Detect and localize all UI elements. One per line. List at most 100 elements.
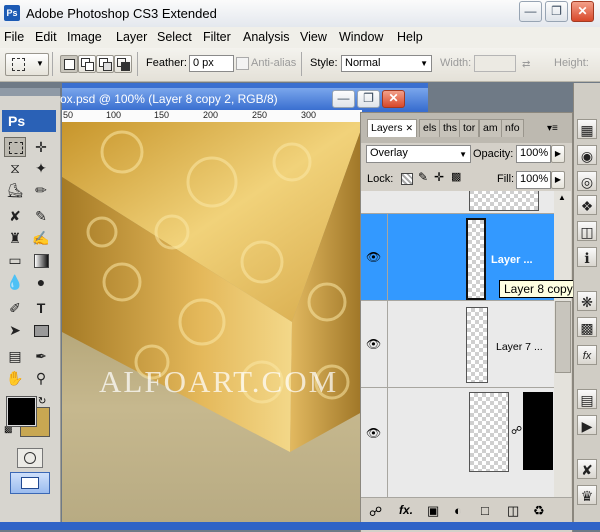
- blur-tool-icon[interactable]: 💧: [4, 272, 26, 292]
- menu-layer[interactable]: Layer: [116, 30, 147, 44]
- feather-input[interactable]: 0 px: [189, 55, 234, 72]
- restore-button[interactable]: ❐: [545, 1, 568, 22]
- layer-name[interactable]: Layer 7 ...: [496, 341, 543, 353]
- add-to-selection-button[interactable]: [78, 55, 96, 73]
- foreground-color-swatch[interactable]: [6, 396, 37, 427]
- crop-tool-icon[interactable]: ⛸: [4, 180, 26, 200]
- tab-layers[interactable]: Layers ✕: [367, 119, 417, 137]
- eyedropper-tool-icon[interactable]: ✒: [30, 346, 52, 366]
- doc-minimize-button[interactable]: —: [332, 90, 355, 108]
- menu-view[interactable]: View: [300, 30, 327, 44]
- menu-window[interactable]: Window: [339, 30, 383, 44]
- document-canvas[interactable]: ALFOART.COM: [62, 122, 362, 530]
- dodge-tool-icon[interactable]: ●: [30, 272, 52, 292]
- menu-file[interactable]: File: [4, 30, 24, 44]
- layer-list-scrollbar[interactable]: ▲: [554, 191, 571, 497]
- opacity-slider-button[interactable]: ▶: [551, 145, 565, 163]
- scrollbar-thumb[interactable]: [555, 301, 571, 373]
- styles-icon[interactable]: ◉: [577, 145, 597, 165]
- menu-filter[interactable]: Filter: [203, 30, 231, 44]
- blend-mode-select[interactable]: Overlay ▼: [366, 145, 471, 163]
- layer-name[interactable]: Layer ...: [491, 254, 533, 266]
- magic-wand-tool-icon[interactable]: ✦: [30, 158, 52, 178]
- panel-menu-icon[interactable]: ▾≡: [547, 123, 558, 134]
- type-tool-icon[interactable]: T: [30, 298, 52, 318]
- swap-colors-icon[interactable]: ↻: [38, 396, 46, 407]
- notes-tool-icon[interactable]: ▤: [4, 346, 26, 366]
- tab-navigator[interactable]: tor: [459, 119, 480, 137]
- intersect-selection-button[interactable]: [114, 55, 132, 73]
- lock-all-icon[interactable]: ▩: [451, 170, 461, 183]
- screen-mode-button[interactable]: [10, 472, 50, 494]
- tab-paths[interactable]: ths: [439, 119, 462, 137]
- subtract-from-selection-button[interactable]: [96, 55, 114, 73]
- tab-info[interactable]: nfo: [501, 119, 524, 137]
- zoom-tool-icon[interactable]: ⚲: [30, 368, 52, 388]
- new-layer-icon[interactable]: ◫: [507, 503, 519, 519]
- tab-channels[interactable]: els: [419, 119, 441, 137]
- swap-icon[interactable]: ⇄: [522, 59, 530, 70]
- trash-icon[interactable]: ♻: [533, 503, 545, 519]
- hand-tool-icon[interactable]: ✋: [4, 368, 26, 388]
- slice-tool-icon[interactable]: ✏: [30, 180, 52, 200]
- gradient-tool-icon[interactable]: [30, 250, 52, 270]
- menu-edit[interactable]: Edit: [35, 30, 57, 44]
- menu-help[interactable]: Help: [397, 30, 423, 44]
- pen-tool-icon[interactable]: ✐: [4, 298, 26, 318]
- new-group-icon[interactable]: □: [481, 503, 489, 518]
- menu-analysis[interactable]: Analysis: [243, 30, 290, 44]
- menu-select[interactable]: Select: [157, 30, 192, 44]
- close-button[interactable]: ✕: [571, 1, 594, 22]
- clone-stamp-tool-icon[interactable]: ♜: [4, 228, 26, 248]
- move-tool-icon[interactable]: ✛: [30, 137, 52, 157]
- lasso-tool-icon[interactable]: ⧖: [4, 158, 26, 178]
- animation-icon[interactable]: ▶: [577, 415, 597, 435]
- opacity-input[interactable]: 100%: [516, 145, 551, 163]
- add-mask-icon[interactable]: ▣: [427, 503, 439, 519]
- width-input[interactable]: [474, 55, 516, 72]
- path-selection-tool-icon[interactable]: ➤: [4, 320, 26, 340]
- lock-transparency-icon[interactable]: [401, 173, 413, 185]
- toolbox-header[interactable]: [0, 88, 60, 96]
- fill-slider-button[interactable]: ▶: [551, 171, 565, 189]
- lock-position-icon[interactable]: ✛: [434, 170, 444, 184]
- swatches-icon[interactable]: ▦: [577, 119, 597, 139]
- layer-row-partial[interactable]: [361, 191, 554, 214]
- antialias-checkbox[interactable]: [236, 57, 249, 70]
- style-select[interactable]: Normal ▼: [341, 55, 432, 72]
- fill-input[interactable]: 100%: [516, 171, 551, 189]
- healing-brush-tool-icon[interactable]: ✘: [4, 206, 26, 226]
- layer-row[interactable]: 👁 Layer 7 ...: [361, 301, 554, 388]
- link-layers-icon[interactable]: ☍: [369, 504, 382, 520]
- eye-icon[interactable]: 👁: [366, 337, 382, 351]
- clone-source-icon[interactable]: ♛: [577, 485, 597, 505]
- fx-icon[interactable]: fx.: [399, 503, 413, 517]
- tab-histogram[interactable]: am: [479, 119, 502, 137]
- tool-presets-icon[interactable]: ▩: [577, 317, 597, 337]
- history-brush-tool-icon[interactable]: ✍: [30, 228, 52, 248]
- scroll-up-icon[interactable]: ▲: [556, 193, 568, 205]
- tools-icon[interactable]: ✘: [577, 459, 597, 479]
- shape-tool-icon[interactable]: [30, 320, 52, 340]
- actions-icon[interactable]: ◫: [577, 221, 597, 241]
- info-icon[interactable]: ℹ: [577, 247, 597, 267]
- quick-mask-button[interactable]: [17, 448, 43, 468]
- adjustment-layer-icon[interactable]: ◐: [454, 503, 462, 518]
- menu-image[interactable]: Image: [67, 30, 102, 44]
- doc-close-button[interactable]: ✕: [382, 90, 405, 108]
- minimize-button[interactable]: —: [519, 1, 542, 22]
- history-icon[interactable]: ❖: [577, 195, 597, 215]
- brushes-icon[interactable]: ❋: [577, 291, 597, 311]
- marquee-tool-icon[interactable]: [4, 137, 26, 157]
- color-icon[interactable]: ◎: [577, 171, 597, 191]
- new-selection-button[interactable]: [60, 55, 78, 73]
- eraser-tool-icon[interactable]: ▭: [4, 250, 26, 270]
- eye-icon[interactable]: 👁: [366, 426, 382, 440]
- tool-preset-picker[interactable]: ▼: [5, 53, 49, 76]
- layer-row[interactable]: 👁 ☍: [361, 388, 554, 497]
- layer-comps-icon[interactable]: ▤: [577, 389, 597, 409]
- fx-panel-icon[interactable]: fx: [577, 345, 597, 365]
- lock-pixels-icon[interactable]: ✎: [418, 170, 428, 184]
- doc-restore-button[interactable]: ❐: [357, 90, 380, 108]
- eye-icon[interactable]: 👁: [366, 250, 382, 264]
